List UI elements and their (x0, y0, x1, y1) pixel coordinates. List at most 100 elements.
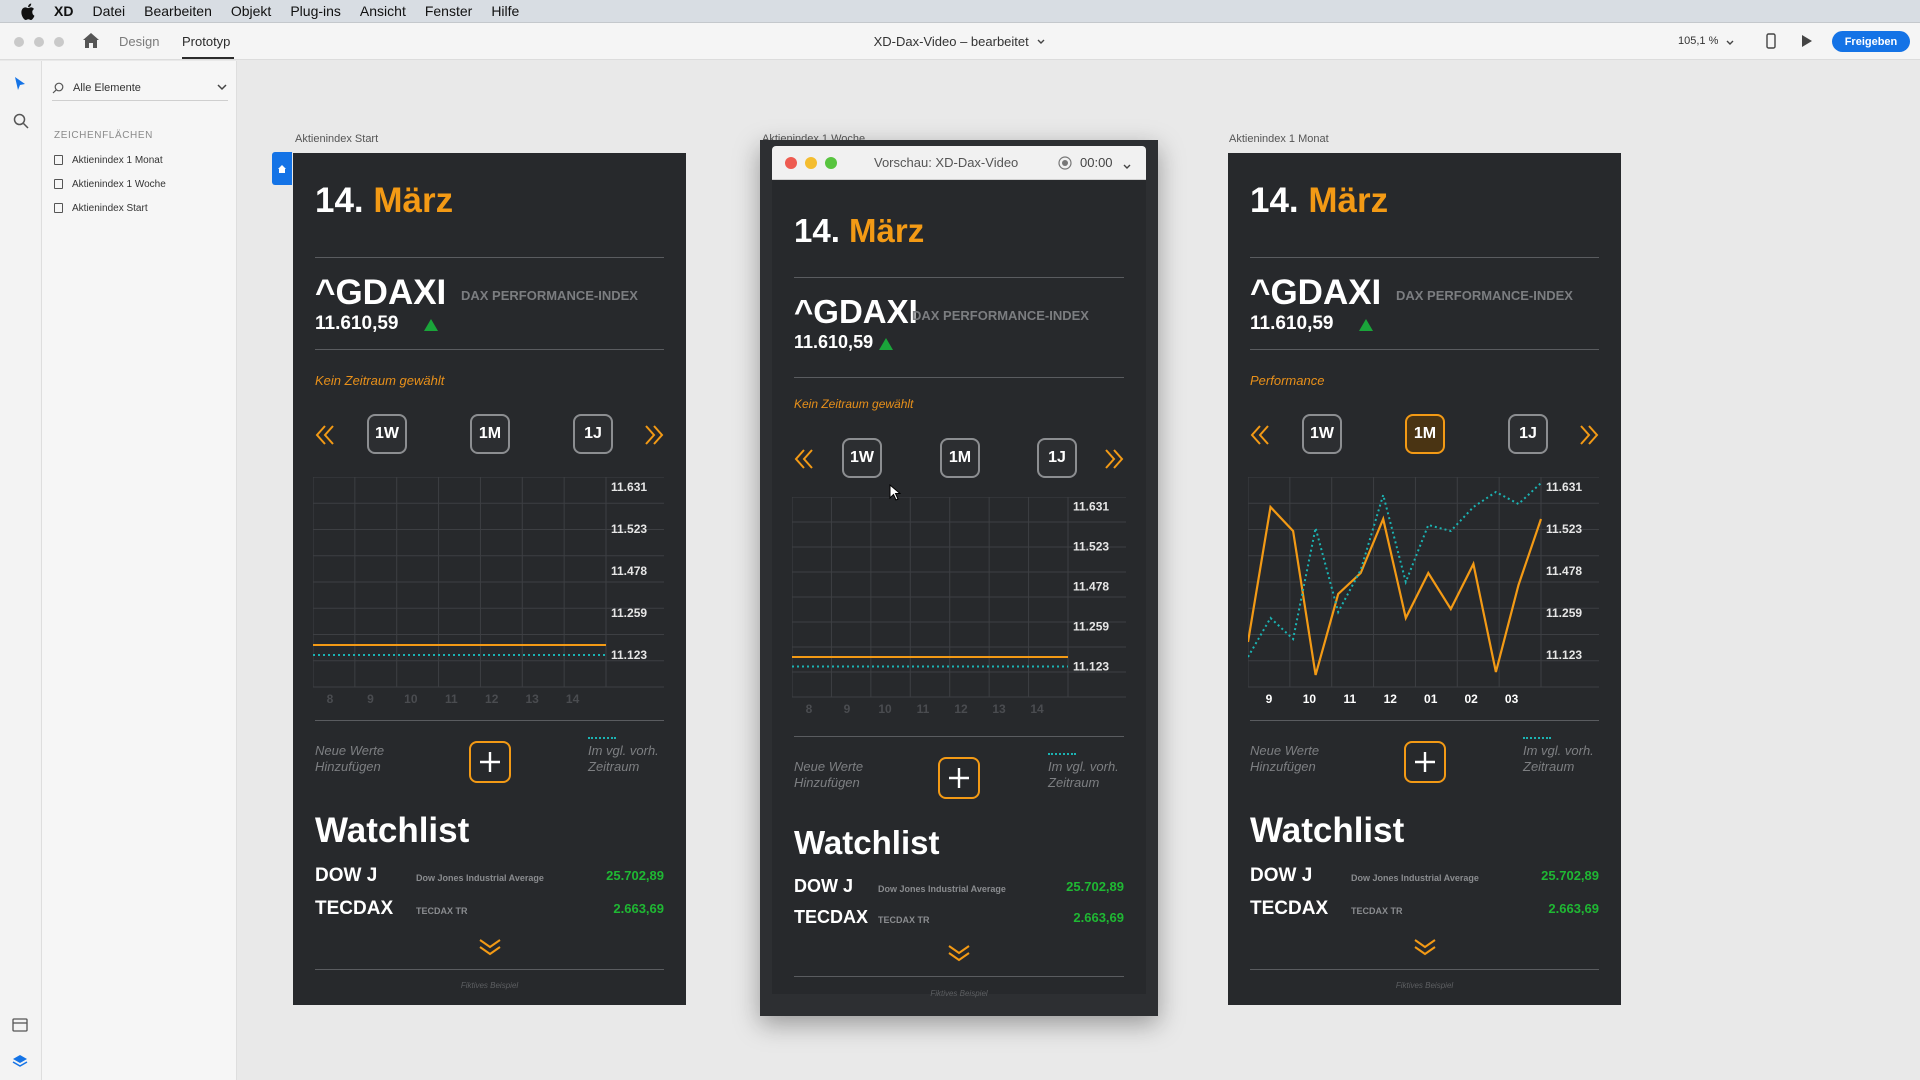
x-tick-label: 14 (566, 692, 580, 706)
chevron-double-left-icon[interactable] (1250, 424, 1270, 451)
trend-up-icon (879, 338, 893, 350)
watchlist-symbol[interactable]: DOW J (794, 876, 853, 897)
menu-plugins[interactable]: Plug-ins (290, 3, 341, 19)
menu-fenster[interactable]: Fenster (425, 3, 472, 19)
divider (794, 736, 1124, 737)
apple-icon[interactable] (20, 2, 38, 20)
chevron-double-right-icon[interactable] (1104, 448, 1124, 475)
watchlist-symbol[interactable]: DOW J (315, 865, 377, 887)
assets-icon[interactable] (12, 1018, 28, 1037)
layer-item[interactable]: Aktienindex 1 Woche (54, 177, 166, 191)
watchlist-name: Dow Jones Industrial Average (416, 873, 544, 883)
artboard-icon (54, 155, 63, 165)
period-button-1j[interactable]: 1J (1037, 438, 1077, 478)
chevron-double-down-icon[interactable] (1413, 938, 1437, 961)
chevron-double-left-icon[interactable] (315, 424, 335, 451)
watchlist-symbol[interactable]: TECDAX (315, 898, 393, 920)
menu-objekt[interactable]: Objekt (231, 3, 271, 19)
period-button-1m[interactable]: 1M (470, 414, 510, 454)
play-icon[interactable] (1800, 33, 1814, 52)
timeframe-hint: Kein Zeitraum gewählt (315, 373, 445, 388)
add-button[interactable] (1403, 741, 1446, 783)
chevron-double-right-icon[interactable] (1579, 424, 1599, 451)
layer-item[interactable]: Aktienindex 1 Monat (54, 153, 163, 167)
watchlist-value: 2.663,69 (1073, 910, 1124, 925)
date-heading: 14. März (794, 212, 924, 250)
menu-bearbeiten[interactable]: Bearbeiten (144, 3, 212, 19)
menu-hilfe[interactable]: Hilfe (491, 3, 519, 19)
index-price: 11.610,59 (315, 313, 399, 334)
select-tool-icon[interactable] (13, 76, 27, 97)
layers-filter[interactable]: Alle Elemente (52, 79, 228, 101)
watchlist-name: Dow Jones Industrial Average (1351, 873, 1479, 883)
chevron-double-down-icon[interactable] (478, 938, 502, 961)
y-tick-label: 11.478 (611, 564, 647, 578)
artboard-woche[interactable]: 14. März ^GDAXI DAX PERFORMANCE-INDEX 11.61… (772, 180, 1146, 998)
watchlist-symbol[interactable]: DOW J (1250, 865, 1312, 887)
artboard-label-monat[interactable]: Aktienindex 1 Monat (1229, 133, 1329, 145)
trend-up-icon (1359, 319, 1373, 331)
y-tick-label: 11.478 (1546, 564, 1582, 578)
chevron-double-left-icon[interactable] (794, 448, 814, 475)
period-button-1w[interactable]: 1W (1302, 414, 1342, 454)
comparison-legend-icon (1048, 753, 1076, 755)
zoom-tool-icon[interactable] (13, 113, 29, 134)
watchlist-value: 25.702,89 (1541, 868, 1599, 883)
watchlist-name: TECDAX TR (878, 915, 930, 925)
footer-note: Fiktives Beispiel (930, 989, 988, 998)
chevron-double-right-icon[interactable] (644, 424, 664, 451)
x-tick-label: 01 (1424, 692, 1438, 706)
preview-minimize-button[interactable] (805, 157, 817, 169)
record-icon[interactable] (1058, 156, 1072, 175)
artboard-label-start[interactable]: Aktienindex Start (295, 133, 378, 145)
stock-chart: 11.631 11.523 11.478 11.259 11.123 8 9 10 11 12 13… (791, 496, 1126, 717)
index-symbol: ^GDAXI (794, 293, 918, 330)
divider (315, 969, 664, 970)
period-button-1w[interactable]: 1W (367, 414, 407, 454)
chevron-down-icon[interactable] (1725, 35, 1735, 50)
device-preview-icon[interactable] (1766, 33, 1776, 52)
artboard-start[interactable]: 14. März ^GDAXI DAX PERFORMANCE-INDEX 11.61… (293, 153, 686, 1005)
add-button[interactable] (938, 757, 980, 799)
document-title[interactable]: XD-Dax-Video – bearbeitet (0, 34, 1920, 49)
y-tick-label: 11.259 (1073, 620, 1109, 634)
preview-close-button[interactable] (785, 157, 797, 169)
chevron-down-icon[interactable] (1122, 158, 1132, 176)
period-button-1j[interactable]: 1J (1508, 414, 1548, 454)
period-button-1m[interactable]: 1M (940, 438, 980, 478)
share-button[interactable]: Freigeben (1832, 31, 1910, 52)
layers-icon[interactable] (12, 1053, 28, 1074)
divider (794, 976, 1124, 977)
menu-ansicht[interactable]: Ansicht (360, 3, 406, 19)
y-tick-label: 11.259 (1546, 606, 1582, 620)
chevron-double-down-icon[interactable] (947, 944, 971, 967)
zoom-level[interactable]: 105,1 % (1678, 35, 1718, 47)
preview-zoom-button[interactable] (825, 157, 837, 169)
watchlist-title: Watchlist (1250, 811, 1405, 850)
period-button-1j[interactable]: 1J (573, 414, 613, 454)
comparison-legend-icon (1523, 737, 1551, 739)
watchlist-symbol[interactable]: TECDAX (1250, 898, 1328, 920)
x-tick-label: 8 (327, 692, 334, 706)
index-price: 11.610,59 (794, 332, 874, 352)
home-artboard-icon[interactable] (272, 152, 292, 185)
add-button[interactable] (468, 741, 511, 783)
layer-item[interactable]: Aktienindex Start (54, 201, 148, 215)
artboard-monat[interactable]: 14. März ^GDAXI DAX PERFORMANCE-INDEX 11.61… (1228, 153, 1621, 1005)
watchlist-value: 2.663,69 (1548, 901, 1599, 916)
compare-label: Im vgl. vorh. Zeitraum (1048, 759, 1119, 791)
menu-datei[interactable]: Datei (92, 3, 125, 19)
compare-line2: Zeitraum (1048, 775, 1100, 790)
period-button-1m[interactable]: 1M (1405, 414, 1445, 454)
divider (315, 257, 664, 258)
add-values-label: Neue Werte Hinzufügen (315, 743, 384, 775)
document-title-text: XD-Dax-Video – bearbeitet (873, 34, 1029, 49)
chart-svg: 11.631 11.523 11.478 11.259 11.123 9 10 11 12 01 0… (1246, 476, 1599, 706)
watchlist-value: 2.663,69 (613, 901, 664, 916)
divider (1250, 349, 1599, 350)
artboard-icon (54, 203, 63, 213)
menu-app-xd[interactable]: XD (54, 3, 73, 19)
watchlist-symbol[interactable]: TECDAX (794, 907, 868, 928)
period-button-1w[interactable]: 1W (842, 438, 882, 478)
y-tick-label: 11.123 (611, 648, 647, 662)
